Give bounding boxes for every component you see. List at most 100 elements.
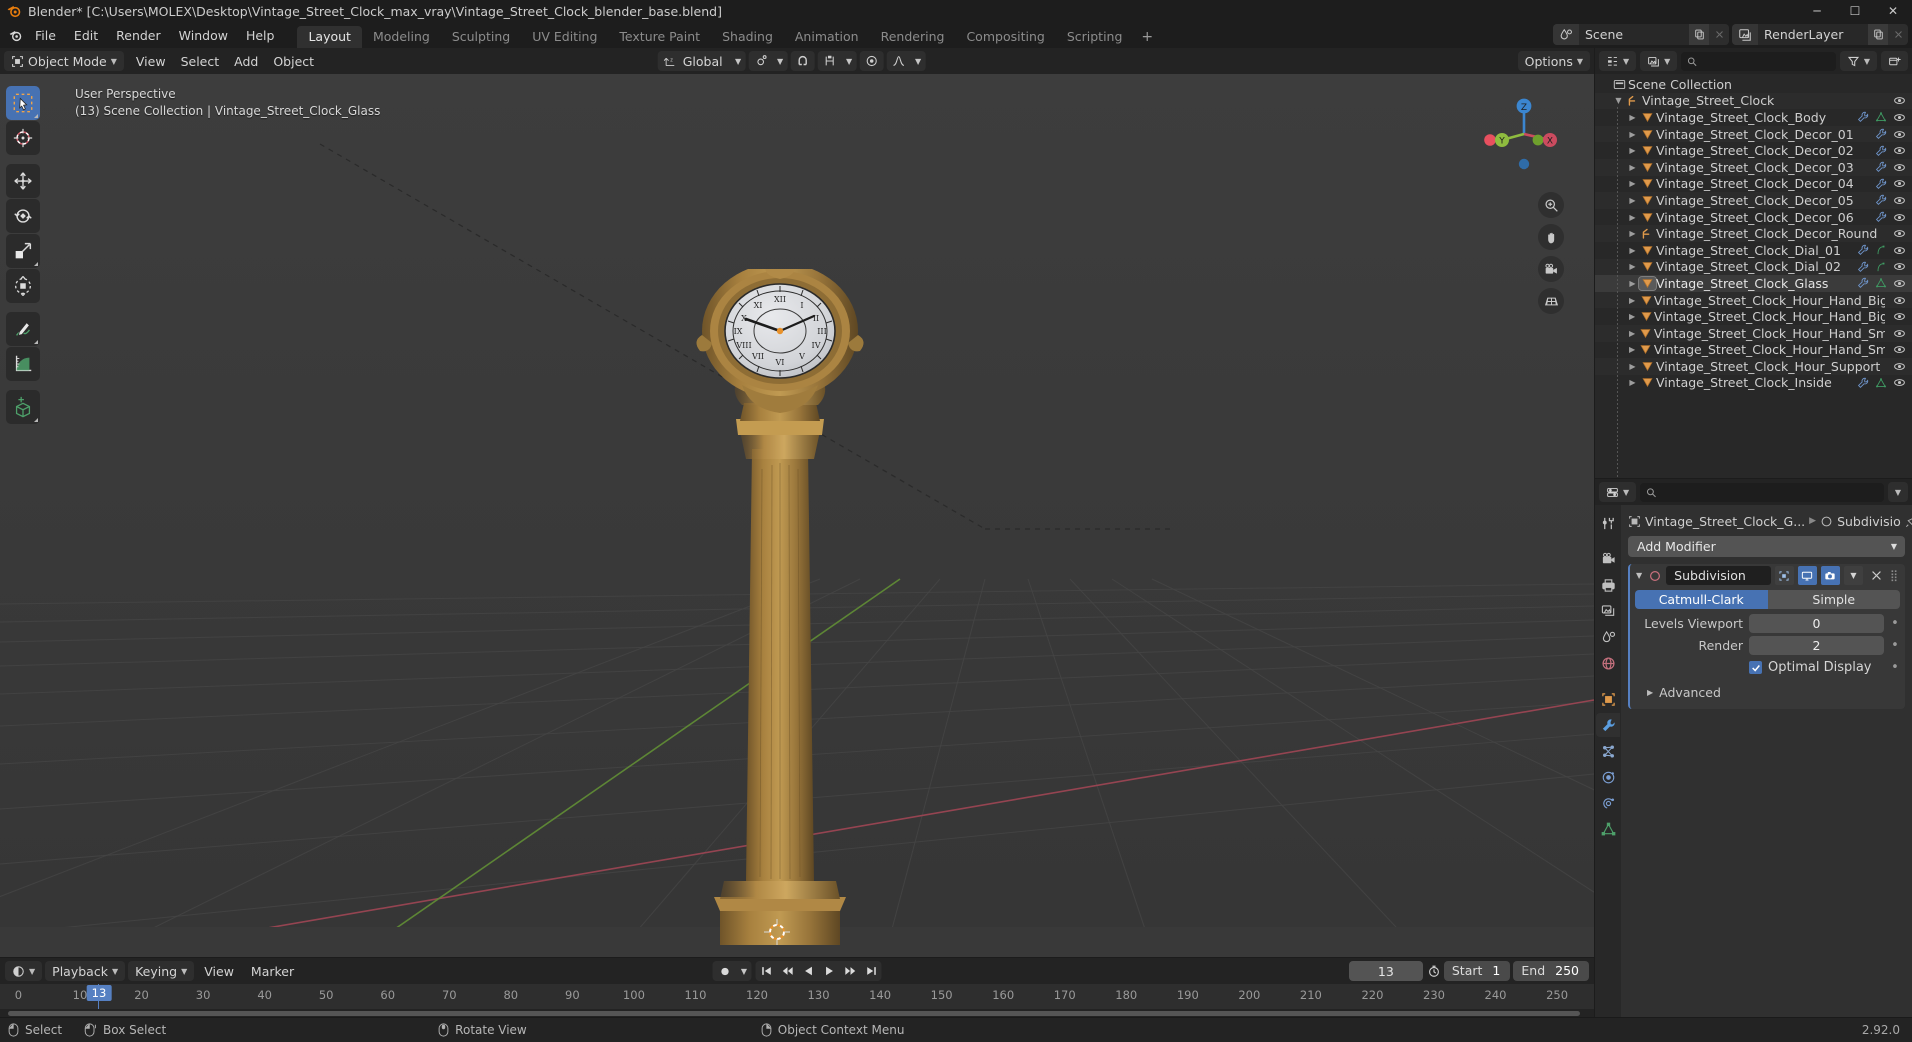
wrench-badge[interactable]	[1857, 277, 1869, 289]
tab-constraints[interactable]	[1596, 791, 1620, 815]
modifier-dropdown-button[interactable]: ▼	[1843, 566, 1863, 585]
pin-icon[interactable]	[1905, 515, 1912, 528]
auto-keying-toggle[interactable]: ▼	[712, 961, 752, 981]
app-menu-icon[interactable]	[4, 28, 26, 43]
visibility-eye-icon[interactable]	[1893, 94, 1906, 107]
render-value[interactable]: 2	[1749, 636, 1884, 655]
tab-output[interactable]	[1596, 573, 1620, 597]
timeline-menu-keying[interactable]: Keying ▼	[128, 961, 195, 981]
visibility-eye-icon[interactable]	[1893, 294, 1906, 307]
optimal-display-checkbox[interactable]	[1749, 661, 1762, 674]
mode-selector[interactable]: Object Mode ▼	[4, 51, 124, 71]
tab-uv-editing[interactable]: UV Editing	[521, 26, 608, 48]
expand-triangle-icon[interactable]: ▶	[1626, 163, 1639, 172]
delete-viewlayer-button[interactable]	[1888, 24, 1908, 45]
visibility-eye-icon[interactable]	[1893, 360, 1906, 373]
tab-object-data[interactable]	[1596, 817, 1620, 841]
new-scene-button[interactable]	[1689, 24, 1709, 45]
visibility-eye-icon[interactable]	[1893, 177, 1906, 190]
visibility-eye-icon[interactable]	[1893, 376, 1906, 389]
expand-triangle-icon[interactable]: ▶	[1626, 179, 1639, 188]
tab-render[interactable]	[1596, 547, 1620, 571]
curve-data-badge[interactable]	[1875, 261, 1887, 273]
animate-property-dot[interactable]: •	[1890, 660, 1900, 675]
wrench-badge[interactable]	[1875, 211, 1887, 223]
tab-scene[interactable]	[1596, 625, 1620, 649]
visibility-eye-icon[interactable]	[1893, 227, 1906, 240]
menu-help[interactable]: Help	[237, 25, 284, 46]
timeline-playhead[interactable]: 13	[86, 984, 112, 1009]
minimize-button[interactable]: ─	[1798, 0, 1836, 22]
properties-search-field[interactable]	[1661, 485, 1878, 499]
mesh-data-badge[interactable]	[1875, 377, 1887, 389]
visibility-eye-icon[interactable]	[1893, 310, 1906, 323]
show-in-render-button[interactable]	[1820, 566, 1840, 585]
outliner-item[interactable]: ▶ Vintage_Street_Clock_Decor_Round	[1595, 225, 1912, 242]
play-button[interactable]	[818, 961, 840, 981]
menu-file[interactable]: File	[26, 25, 65, 46]
new-collection-button[interactable]	[1881, 51, 1908, 71]
outliner-display-mode-button[interactable]: ▼	[1640, 51, 1678, 71]
proportional-dot-icon[interactable]	[860, 51, 884, 71]
animate-property-dot[interactable]: •	[1890, 638, 1900, 653]
tab-particles[interactable]	[1596, 739, 1620, 763]
timeline-editor-type-button[interactable]: ▼	[5, 961, 43, 981]
properties-options-button[interactable]: ▼	[1887, 482, 1908, 502]
clock-model-3d[interactable]: XIIIII IIIIVV VIVIIVIII IXXXI	[690, 269, 870, 949]
wrench-badge[interactable]	[1857, 261, 1869, 273]
wrench-badge[interactable]	[1875, 178, 1887, 190]
menu-edit[interactable]: Edit	[65, 25, 107, 46]
collapse-triangle-icon[interactable]: ▼	[1612, 96, 1625, 105]
close-button[interactable]: ✕	[1874, 0, 1912, 22]
transform-orientation-selector[interactable]: z Global ▼	[657, 51, 746, 71]
outliner-editor-type-button[interactable]: ▼	[1599, 51, 1637, 71]
wrench-badge[interactable]	[1875, 194, 1887, 206]
tab-texture-paint[interactable]: Texture Paint	[608, 26, 711, 48]
timeline-ruler[interactable]: 0 10 20 30 40 50 60 70 80 90 100 110 120 130 140 150 160…	[0, 984, 1594, 1009]
visibility-eye-icon[interactable]	[1893, 343, 1906, 356]
outliner-item[interactable]: ▶ Vintage_Street_Clock_Decor_03	[1595, 158, 1912, 176]
expand-triangle-icon[interactable]: ▶	[1626, 113, 1639, 122]
expand-triangle-icon[interactable]: ▶	[1626, 262, 1639, 271]
visibility-eye-icon[interactable]	[1893, 128, 1906, 141]
chevron-down-icon[interactable]: ▼	[842, 51, 857, 71]
timeline-scrollbar[interactable]	[0, 1009, 1594, 1017]
properties-search-input[interactable]	[1640, 482, 1884, 502]
frame-start-field[interactable]: Start 1	[1443, 961, 1511, 981]
properties-editor-type-button[interactable]: ▼	[1599, 482, 1637, 502]
outliner-item[interactable]: ▼ Vintage_Street_Clock	[1595, 92, 1912, 110]
levels-viewport-value[interactable]: 0	[1749, 614, 1884, 633]
tab-rendering[interactable]: Rendering	[870, 26, 956, 48]
rotate-tool[interactable]	[6, 199, 40, 233]
tab-modeling[interactable]: Modeling	[362, 26, 441, 48]
visibility-eye-icon[interactable]	[1893, 327, 1906, 340]
options-button[interactable]: Options ▼	[1517, 51, 1590, 71]
mesh-data-badge[interactable]	[1875, 277, 1887, 289]
tab-scripting[interactable]: Scripting	[1056, 26, 1134, 48]
viewport-menu-object[interactable]: Object	[266, 51, 321, 71]
tweak-select-tool[interactable]	[6, 86, 40, 120]
outliner-item[interactable]: ▶ Vintage_Street_Clock_Body	[1595, 109, 1912, 126]
timeline-menu-playback[interactable]: Playback ▼	[45, 961, 126, 981]
jump-to-end-button[interactable]	[860, 961, 882, 981]
tab-view-layer[interactable]	[1596, 599, 1620, 623]
current-frame-field[interactable]: 13	[1348, 961, 1423, 981]
viewport-menu-select[interactable]: Select	[174, 51, 227, 71]
delete-modifier-button[interactable]	[1867, 566, 1886, 585]
zoom-icon[interactable]	[1538, 192, 1564, 218]
viewport-menu-add[interactable]: Add	[227, 51, 265, 71]
magnet-icon[interactable]	[791, 51, 815, 71]
outliner-item[interactable]: ▶ Vintage_Street_Clock_Decor_02	[1595, 142, 1912, 159]
outliner-item[interactable]: Scene Collection	[1595, 76, 1912, 93]
visibility-eye-icon[interactable]	[1893, 211, 1906, 224]
tab-object[interactable]	[1596, 687, 1620, 711]
record-dot-icon[interactable]	[713, 961, 737, 981]
move-tool[interactable]	[6, 164, 40, 198]
outliner-item[interactable]: ▶ Vintage_Street_Clock_Inside	[1595, 375, 1912, 392]
tab-physics[interactable]	[1596, 765, 1620, 789]
previous-keyframe-button[interactable]	[776, 961, 798, 981]
annotate-tool[interactable]	[6, 312, 40, 346]
outliner-search-field[interactable]	[1702, 54, 1830, 68]
proportional-falloff-selector[interactable]: ▼	[886, 51, 926, 71]
breadcrumb-object-label[interactable]: Vintage_Street_Clock_G...	[1645, 514, 1805, 529]
